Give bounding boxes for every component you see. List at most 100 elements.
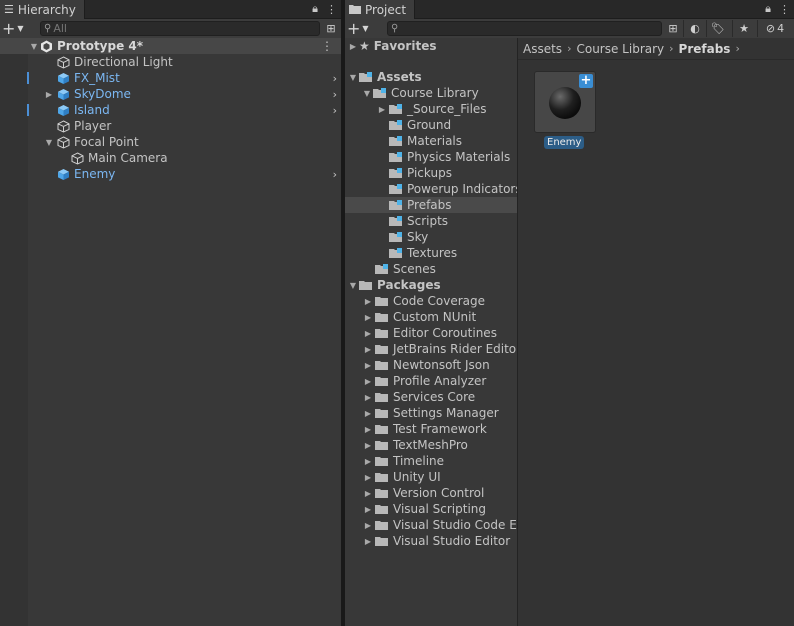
lock-icon[interactable]: 🔒︎ [312, 2, 318, 16]
tree-item-package[interactable]: ▶ Custom NUnit [361, 309, 476, 325]
tree-item-package[interactable]: ▶ Settings Manager [361, 405, 499, 421]
folder-icon [375, 374, 389, 388]
expand-caret-icon[interactable]: ▶ [361, 409, 375, 418]
project-search[interactable]: ⚲ [387, 21, 662, 36]
hierarchy-item-skydome[interactable]: ▶ SkyDome › [42, 86, 341, 102]
project-search-input[interactable] [398, 22, 661, 35]
tree-item-textures[interactable]: Textures [389, 245, 457, 261]
expand-caret-icon[interactable]: ▶ [361, 489, 375, 498]
tree-item-powerup-indicators[interactable]: Powerup Indicators [389, 181, 522, 197]
tree-item-sky[interactable]: Sky [389, 229, 428, 245]
chevron-right-icon[interactable]: › [333, 72, 337, 85]
tree-item-label: Visual Scripting [393, 502, 486, 516]
scene-row[interactable]: ▼ Prototype 4* ⋮ [0, 38, 341, 54]
hierarchy-search[interactable]: ⚲ [40, 21, 320, 36]
tree-item-package[interactable]: ▶ Visual Scripting [361, 501, 486, 517]
breadcrumb: Assets › Course Library › Prefabs › [518, 38, 794, 60]
breadcrumb-item[interactable]: Assets [523, 42, 562, 56]
filter-by-label-icon[interactable]: 🏷︎ [706, 20, 729, 37]
more-menu-icon[interactable]: ⋮ [326, 3, 337, 16]
project-tab[interactable]: Project [345, 0, 416, 19]
chevron-right-icon[interactable]: › [333, 88, 337, 101]
hidden-packages-toggle[interactable]: ⊘ 4 [757, 20, 792, 37]
breadcrumb-item[interactable]: Prefabs [679, 42, 731, 56]
expand-caret-icon[interactable]: ▼ [361, 89, 373, 98]
expand-caret-icon[interactable]: ▶ [361, 425, 375, 434]
tree-item-source-files[interactable]: ▶ _Source_Files [375, 101, 487, 117]
tree-item-package[interactable]: ▶ TextMeshPro [361, 437, 468, 453]
folder-icon [375, 310, 389, 324]
asset-tile-enemy[interactable]: + [534, 71, 596, 133]
expand-caret-icon[interactable]: ▼ [347, 73, 359, 82]
tree-item-scripts[interactable]: Scripts [389, 213, 448, 229]
tree-item-course-library[interactable]: ▼ Course Library [361, 85, 479, 101]
tree-item-package[interactable]: ▶ Visual Studio Editor [361, 533, 510, 549]
hierarchy-item-focal-point[interactable]: ▼ Focal Point [42, 134, 139, 150]
expand-caret-icon[interactable]: ▶ [347, 42, 359, 51]
expand-caret-icon[interactable]: ▶ [361, 393, 375, 402]
create-dropdown-button[interactable]: + ▼ [2, 19, 24, 38]
expand-caret-icon[interactable]: ▶ [361, 345, 375, 354]
tree-item-ground[interactable]: Ground [389, 117, 451, 133]
tree-item-package[interactable]: ▶ Unity UI [361, 469, 441, 485]
scene-menu-icon[interactable]: ⋮ [321, 39, 333, 53]
expand-caret-icon[interactable]: ▶ [361, 473, 375, 482]
favorites-star-icon[interactable]: ★ [732, 20, 755, 37]
expand-caret-icon[interactable]: ▶ [361, 537, 375, 546]
tree-item-package[interactable]: ▶ Test Framework [361, 421, 487, 437]
tree-item-package[interactable]: ▶ JetBrains Rider Editor [361, 341, 521, 357]
expand-caret-icon[interactable]: ▶ [361, 441, 375, 450]
expand-caret-icon[interactable]: ▶ [361, 521, 375, 530]
tree-item-packages[interactable]: ▼ Packages [347, 277, 441, 293]
tree-item-package[interactable]: ▶ Code Coverage [361, 293, 485, 309]
hierarchy-item-fx-mist[interactable]: FX_Mist › [56, 70, 341, 86]
expand-caret-icon[interactable]: ▼ [29, 42, 39, 51]
hierarchy-item-main-camera[interactable]: Main Camera [70, 150, 168, 166]
expand-caret-icon[interactable]: ▶ [361, 457, 375, 466]
expand-caret-icon[interactable]: ▶ [375, 105, 389, 114]
tree-item-package[interactable]: ▶ Profile Analyzer [361, 373, 486, 389]
hierarchy-item-player[interactable]: Player [56, 118, 111, 134]
more-menu-icon[interactable]: ⋮ [779, 3, 790, 16]
tree-item-physics-materials[interactable]: Physics Materials [389, 149, 510, 165]
hierarchy-item-label: Island [74, 103, 110, 117]
breadcrumb-item[interactable]: Course Library [576, 42, 664, 56]
expand-caret-icon[interactable]: ▶ [361, 505, 375, 514]
lock-icon[interactable]: 🔒︎ [765, 2, 771, 16]
create-dropdown-button[interactable]: + ▼ [347, 19, 369, 38]
expand-caret-icon[interactable]: ▶ [361, 329, 375, 338]
tree-item-scenes[interactable]: Scenes [375, 261, 436, 277]
tree-item-materials[interactable]: Materials [389, 133, 462, 149]
tree-item-package[interactable]: ▶ Services Core [361, 389, 475, 405]
tree-item-package[interactable]: ▶ Version Control [361, 485, 484, 501]
tree-item-package[interactable]: ▶ Editor Coroutines [361, 325, 497, 341]
hierarchy-item-enemy[interactable]: Enemy › [56, 166, 341, 182]
tree-item-assets[interactable]: ▼ Assets [347, 69, 422, 85]
expand-caret-icon[interactable]: ▶ [361, 361, 375, 370]
tree-item-favorites[interactable]: ▶ ★ Favorites [347, 38, 437, 54]
folder-icon [375, 294, 389, 308]
search-by-scene-icon[interactable]: ⊞ [662, 20, 684, 37]
hierarchy-item-directional-light[interactable]: Directional Light [56, 54, 173, 70]
chevron-right-icon[interactable]: › [333, 168, 337, 181]
folder-icon [389, 166, 403, 180]
expand-caret-icon[interactable]: ▶ [361, 297, 375, 306]
tree-item-pickups[interactable]: Pickups [389, 165, 452, 181]
open-folder-icon [359, 70, 373, 84]
filter-by-type-icon[interactable]: ◐ [683, 20, 706, 37]
hierarchy-tab[interactable]: ☰ Hierarchy [0, 0, 85, 19]
expand-caret-icon[interactable]: ▼ [42, 138, 56, 147]
tree-item-prefabs[interactable]: Prefabs [389, 197, 452, 213]
chevron-right-icon[interactable]: › [333, 104, 337, 117]
expand-caret-icon[interactable]: ▼ [347, 281, 359, 290]
hierarchy-item-island[interactable]: Island › [56, 102, 341, 118]
expand-caret-icon[interactable]: ▶ [361, 313, 375, 322]
expand-caret-icon[interactable]: ▶ [42, 90, 56, 99]
tree-item-label: Favorites [373, 39, 437, 53]
expand-caret-icon[interactable]: ▶ [361, 377, 375, 386]
tree-item-package[interactable]: ▶ Timeline [361, 453, 444, 469]
scene-search-options-icon[interactable]: ⊞ [320, 20, 342, 37]
tree-item-package[interactable]: ▶ Newtonsoft Json [361, 357, 490, 373]
tree-item-package[interactable]: ▶ Visual Studio Code Ed [361, 517, 525, 533]
hierarchy-search-input[interactable] [51, 22, 319, 35]
